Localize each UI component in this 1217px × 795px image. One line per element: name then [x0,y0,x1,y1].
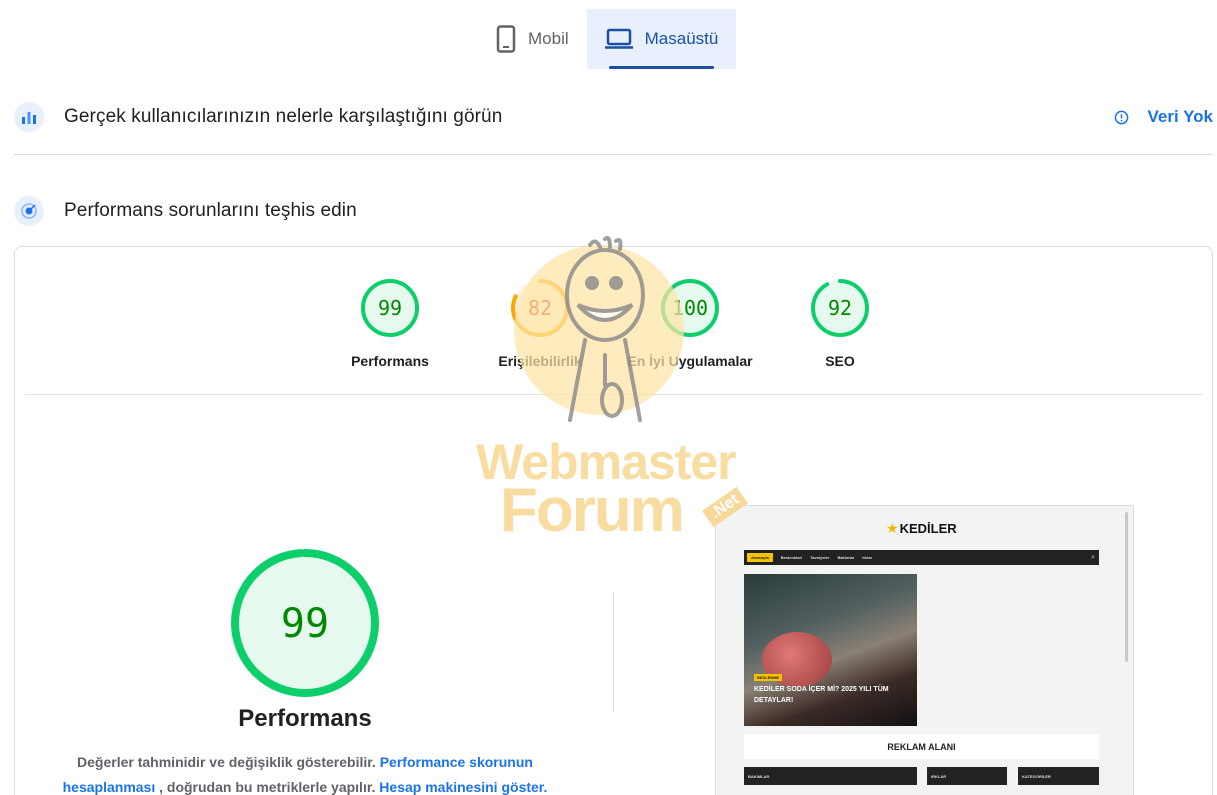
tab-mobile-label: Mobil [528,29,569,48]
calculator-link[interactable]: Hesap makinesini göster. [379,779,547,795]
no-data-label: Veri Yok [1147,107,1213,126]
gauge-label: En İyi Uygulamalar [627,353,753,369]
site-nav-item: Bakimlar [837,555,855,560]
gauge-ring-performance: 99 [361,279,419,337]
gauge-accessibility[interactable]: 82 Erişilebilirlik [460,277,620,369]
gauge-best-practices[interactable]: 100 En İyi Uygulamalar [610,277,770,369]
section-divider [14,154,1213,155]
site-nav-item: Irklar [862,555,873,560]
site-logo-text: KEDİLER [899,521,957,536]
tab-desktop[interactable]: Masaüstü [586,9,737,69]
ad-area: REKLAM ALANI [744,734,1099,759]
info-icon [1114,110,1129,125]
score-description: Değerler tahminidir ve değişiklik göster… [55,750,555,795]
device-tabs: Mobil Masaüstü [478,9,737,69]
diagnose-section-header: Performans sorunlarını teşhis edin [14,194,1213,228]
gauge-ring-best-practices: 100 [661,279,719,337]
gauge-ring-seo: 92 [811,279,869,337]
gauge-label: Performans [351,353,429,369]
footer-block: IRKLAR [927,767,1007,785]
page-screenshot: ★ KEDİLER Anasayfa Beslenklari Tavsiyele… [715,505,1134,795]
gauge-performance[interactable]: 99 Performans [310,277,470,369]
real-user-section-header: Gerçek kullanıcılarınızın nelerle karşıl… [14,100,1213,134]
main-score-title: Performans [238,705,372,732]
lighthouse-icon [14,196,44,226]
score-gauges: 99 Performans 82 Erişilebilirlik 100 En … [15,277,1212,377]
star-icon: ★ [886,520,899,536]
phone-icon [496,25,516,53]
footer-block: KATEGORİLER [1018,767,1099,785]
real-user-title: Gerçek kullanıcılarınızın nelerle karşıl… [64,106,503,127]
laptop-icon [604,28,633,50]
site-logo: ★ KEDİLER [886,520,957,537]
article-title: KEDİLER SODA İÇER Mİ? 2025 YILI TÜM DETA… [754,686,889,704]
article-image: BESLENME KEDİLER SODA İÇER Mİ? 2025 YILI… [744,574,917,726]
site-nav-item: Anasayfa [747,553,773,562]
desc-text-2: , doğrudan bu metriklerle yapılır. [159,779,376,795]
gauge-value: 92 [828,296,852,320]
gauge-label: SEO [825,353,855,369]
site-nav-item: Tavsiyeler [810,555,830,560]
desc-text-1: Değerler tahminidir ve değişiklik göster… [77,754,376,770]
gauge-value: 100 [672,296,708,320]
gauge-ring-accessibility: 82 [511,279,569,337]
tab-desktop-label: Masaüstü [644,29,719,48]
lighthouse-report-card: 99 Performans 82 Erişilebilirlik 100 En … [14,246,1213,795]
card-divider [25,394,1202,395]
gauge-value: 99 [378,296,402,320]
gauge-seo[interactable]: 92 SEO [760,277,920,369]
gauge-label: Erişilebilirlik [498,353,582,369]
diagnose-title: Performans sorunlarını teşhis edin [64,200,357,221]
site-nav-item: Beslenklari [780,555,803,560]
main-performance-gauge: 99 [231,549,379,697]
vertical-separator [613,592,614,712]
crux-chart-icon [14,102,44,132]
article-tag: BESLENME [754,674,783,681]
gauge-value: 82 [528,296,552,320]
screenshot-scrollbar [1125,512,1128,662]
tab-mobile[interactable]: Mobil [478,9,587,69]
no-data-link[interactable]: Veri Yok [1114,107,1213,127]
site-nav: Anasayfa Beslenklari Tavsiyeler Bakimlar… [744,550,1099,565]
footer-block: BAKIMLAR [744,767,917,785]
site-search-icon: ⌕ [1091,553,1095,561]
main-gauge-value: 99 [281,601,329,647]
